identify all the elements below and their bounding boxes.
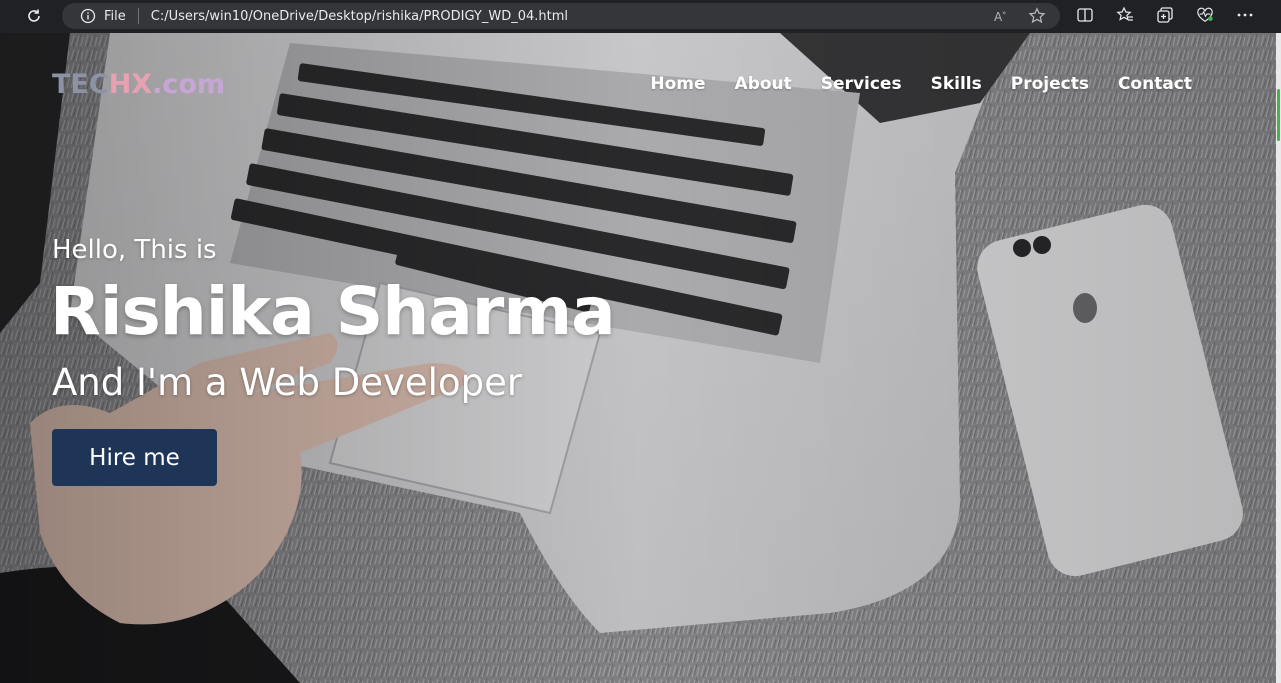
address-bar[interactable]: File C:/Users/win10/OneDrive/Desktop/ris…	[62, 3, 1060, 29]
page-scrollbar[interactable]	[1276, 33, 1281, 683]
hero-name: Rishika Sharma	[50, 273, 616, 350]
hire-me-button[interactable]: Hire me	[52, 429, 217, 486]
favorite-star-icon[interactable]	[1028, 7, 1046, 25]
hero-greeting: Hello, This is	[52, 235, 217, 265]
nav-about[interactable]: About	[735, 74, 792, 94]
nav-services[interactable]: Services	[821, 74, 902, 94]
page-viewport: TECHX.com Home About Services Skills Pro…	[0, 33, 1276, 683]
nav-home[interactable]: Home	[650, 74, 705, 94]
logo-part-hx: HX	[108, 69, 153, 100]
reload-icon[interactable]	[22, 5, 46, 27]
read-aloud-icon[interactable]: A»	[992, 7, 1010, 25]
info-icon[interactable]	[80, 8, 96, 24]
scheme-label: File	[104, 8, 126, 24]
url-text[interactable]: C:/Users/win10/OneDrive/Desktop/rishika/…	[151, 9, 568, 24]
address-divider	[137, 8, 139, 24]
logo-part-com: .com	[152, 69, 226, 100]
browser-essentials-icon[interactable]	[1196, 6, 1214, 24]
main-nav: Home About Services Skills Projects Cont…	[650, 74, 1192, 94]
nav-skills[interactable]: Skills	[931, 74, 982, 94]
more-icon[interactable]	[1236, 6, 1254, 24]
browser-toolbar: File C:/Users/win10/OneDrive/Desktop/ris…	[0, 0, 1281, 33]
nav-projects[interactable]: Projects	[1011, 74, 1089, 94]
split-screen-icon[interactable]	[1076, 6, 1094, 24]
collections-icon[interactable]	[1156, 6, 1174, 24]
hero-role: And I'm a Web Developer	[52, 361, 523, 404]
svg-text:»: »	[1002, 9, 1006, 17]
scrollbar-thumb[interactable]	[1277, 89, 1280, 141]
logo-part-tec: TEC	[52, 69, 109, 100]
site-logo[interactable]: TECHX.com	[52, 69, 225, 100]
nav-contact[interactable]: Contact	[1118, 74, 1192, 94]
favorites-icon[interactable]	[1116, 6, 1134, 24]
hero-background-image	[0, 33, 1276, 683]
